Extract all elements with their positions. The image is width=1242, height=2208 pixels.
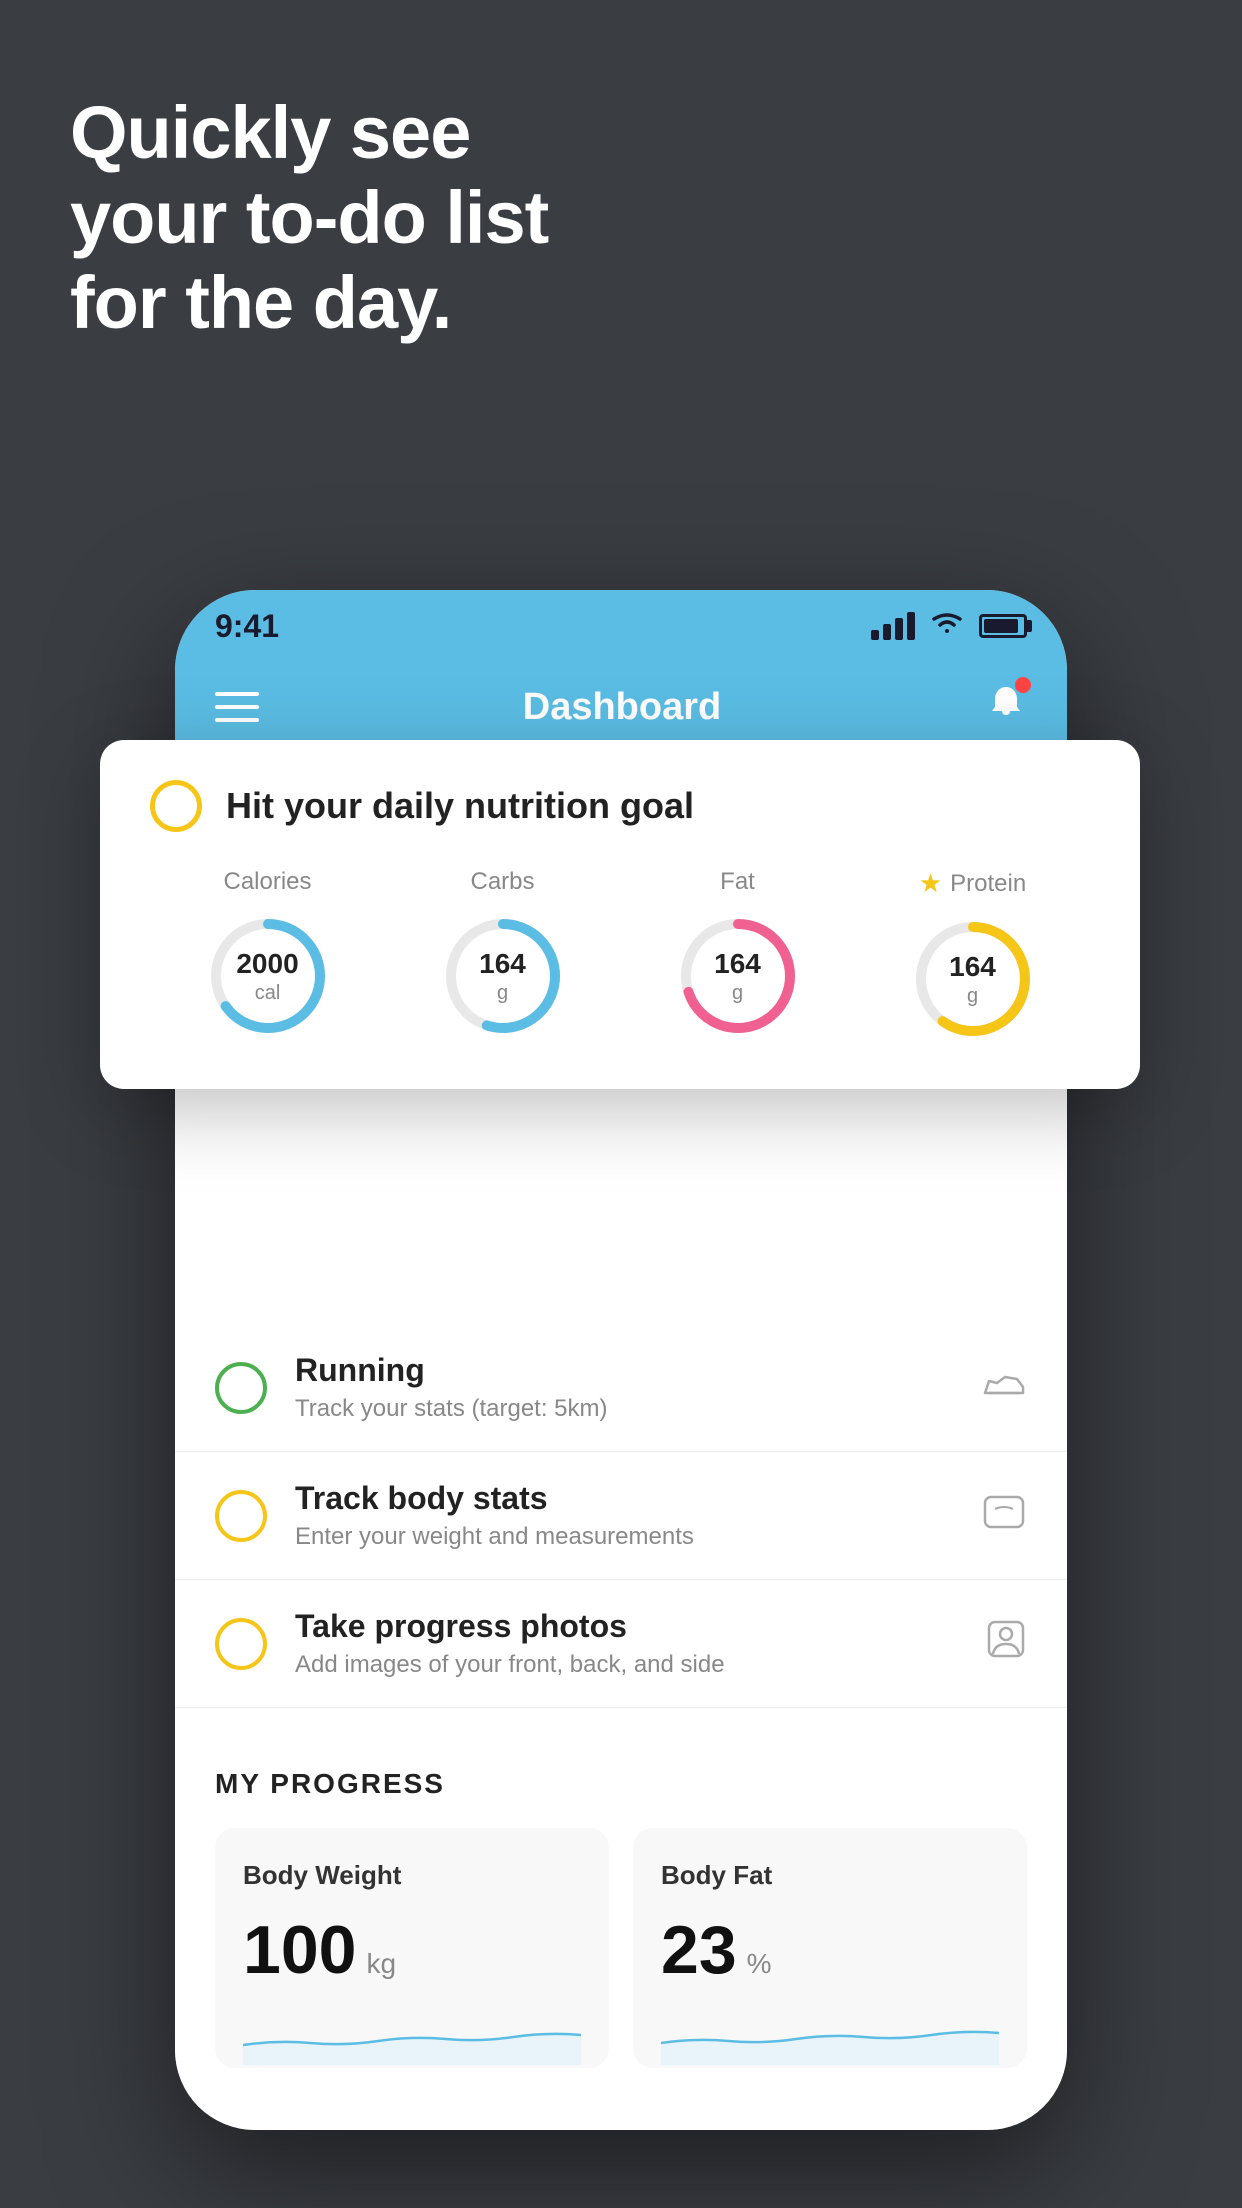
progress-cards: Body Weight 100 kg Body Fat 23 % — [215, 1828, 1027, 2068]
hero-text: Quickly see your to-do list for the day. — [70, 90, 548, 345]
todo-checkbox-running[interactable] — [215, 1362, 267, 1414]
ring-unit-protein: g — [949, 984, 996, 1008]
todo-item-progress-photos[interactable]: Take progress photos Add images of your … — [175, 1580, 1067, 1708]
todo-desc-progress-photos: Add images of your front, back, and side — [295, 1651, 957, 1679]
wifi-icon — [929, 609, 965, 644]
progress-section-title: MY PROGRESS — [215, 1768, 1027, 1800]
page-title: Dashboard — [523, 686, 721, 729]
ring-value-protein: 164 — [949, 950, 996, 984]
progress-unit-bodyfat: % — [747, 1948, 772, 1980]
ring-value-fat: 164 — [714, 947, 761, 981]
ring-unit-calories: cal — [236, 981, 298, 1005]
nutrition-card: Hit your daily nutrition goal Calories 2… — [100, 740, 1140, 1089]
menu-button[interactable] — [215, 692, 259, 722]
progress-section: MY PROGRESS Body Weight 100 kg Body Fat — [175, 1728, 1067, 2068]
progress-value-weight: 100 — [243, 1911, 356, 1989]
todo-checkbox-body-stats[interactable] — [215, 1490, 267, 1542]
menu-icon — [215, 718, 259, 722]
shoe-icon — [981, 1365, 1027, 1410]
menu-icon — [215, 692, 259, 696]
ring-fat: Fat 164 g — [674, 868, 802, 1040]
progress-card-title-weight: Body Weight — [243, 1860, 581, 1891]
ring-label-carbs: Carbs — [470, 868, 534, 896]
todo-item-running[interactable]: Running Track your stats (target: 5km) — [175, 1324, 1067, 1452]
nutrition-checkbox[interactable] — [150, 780, 202, 832]
todo-desc-running: Track your stats (target: 5km) — [295, 1395, 953, 1423]
battery-icon — [979, 614, 1027, 638]
portrait-icon — [985, 1618, 1027, 1669]
ring-label-calories: Calories — [223, 868, 311, 896]
ring-calories: Calories 2000 cal — [204, 868, 332, 1040]
ring-carbs: Carbs 164 g — [439, 868, 567, 1040]
todo-list: Running Track your stats (target: 5km) T… — [175, 1304, 1067, 1728]
bodyfat-chart — [661, 2005, 999, 2065]
progress-unit-weight: kg — [366, 1948, 396, 1980]
notification-dot — [1015, 677, 1031, 693]
progress-card-bodyfat[interactable]: Body Fat 23 % — [633, 1828, 1027, 2068]
status-time: 9:41 — [215, 608, 279, 645]
star-icon: ★ — [919, 868, 942, 899]
todo-desc-body-stats: Enter your weight and measurements — [295, 1523, 953, 1551]
ring-unit-fat: g — [714, 981, 761, 1005]
status-icons — [871, 609, 1027, 644]
ring-value-carbs: 164 — [479, 947, 526, 981]
ring-protein: ★ Protein 164 g — [909, 868, 1037, 1043]
ring-unit-carbs: g — [479, 981, 526, 1005]
todo-name-running: Running — [295, 1352, 953, 1389]
scale-icon — [981, 1491, 1027, 1540]
todo-name-body-stats: Track body stats — [295, 1480, 953, 1517]
nutrition-card-title: Hit your daily nutrition goal — [226, 785, 694, 827]
ring-label-fat: Fat — [720, 868, 755, 896]
todo-checkbox-progress-photos[interactable] — [215, 1618, 267, 1670]
nutrition-rings: Calories 2000 cal Carbs — [150, 868, 1090, 1043]
ring-value-calories: 2000 — [236, 947, 298, 981]
ring-label-protein: ★ Protein — [919, 868, 1026, 899]
app-header: Dashboard — [175, 662, 1067, 752]
todo-item-body-stats[interactable]: Track body stats Enter your weight and m… — [175, 1452, 1067, 1580]
weight-chart — [243, 2005, 581, 2065]
todo-name-progress-photos: Take progress photos — [295, 1608, 957, 1645]
progress-card-title-bodyfat: Body Fat — [661, 1860, 999, 1891]
progress-card-weight[interactable]: Body Weight 100 kg — [215, 1828, 609, 2068]
menu-icon — [215, 705, 259, 709]
notification-button[interactable] — [985, 681, 1027, 733]
progress-value-bodyfat: 23 — [661, 1911, 737, 1989]
status-bar: 9:41 — [175, 590, 1067, 662]
signal-icon — [871, 612, 915, 640]
